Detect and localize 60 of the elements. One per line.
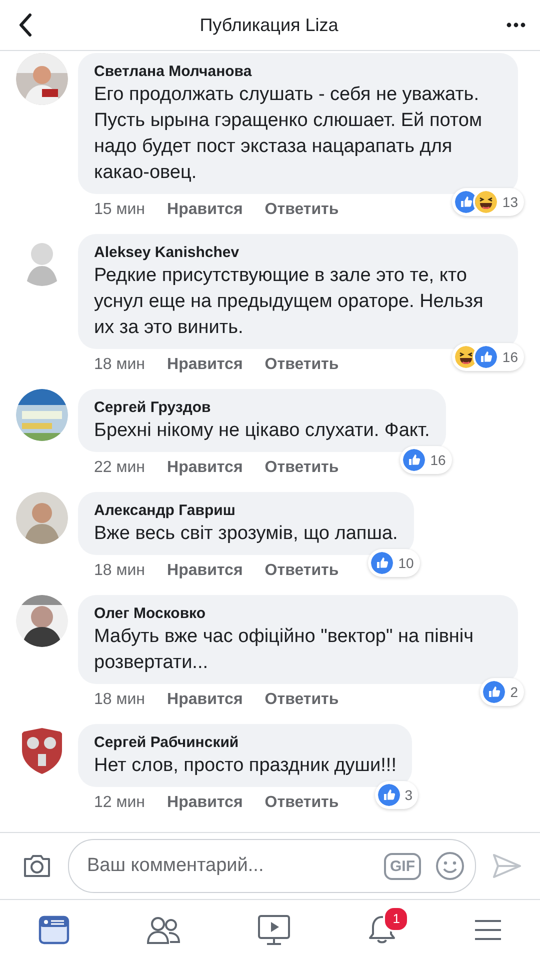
reaction-count: 10 xyxy=(398,555,414,571)
people-icon[interactable] xyxy=(146,915,181,945)
comment-time: 22 мин xyxy=(94,459,146,477)
comment-text: Брехні нікому не цікаво слухати. Факт. xyxy=(94,419,430,443)
reaction-count: 3 xyxy=(404,787,412,803)
like-reaction-icon xyxy=(473,344,500,370)
reply-link[interactable]: Ответить xyxy=(264,459,339,477)
comment-time: 15 мин xyxy=(94,201,146,219)
comment-time: 18 мин xyxy=(94,356,146,374)
comment-author[interactable]: Олег Московко xyxy=(94,604,502,624)
reaction-count: 16 xyxy=(430,452,446,468)
laughing-reaction-icon xyxy=(473,189,500,215)
reaction-count: 13 xyxy=(502,194,518,210)
like-link[interactable]: Нравится xyxy=(167,459,243,477)
camera-icon[interactable] xyxy=(22,853,52,879)
post-title: Публикация Liza xyxy=(198,14,340,36)
like-link[interactable]: Нравится xyxy=(167,691,243,709)
video-icon[interactable] xyxy=(256,914,291,946)
reaction-count: 16 xyxy=(502,349,518,365)
like-reaction-icon xyxy=(401,447,428,473)
comment-author[interactable]: Светлана Молчанова xyxy=(94,62,502,82)
like-link[interactable]: Нравится xyxy=(167,562,243,580)
like-link[interactable]: Нравится xyxy=(167,356,243,374)
like-reaction-icon xyxy=(376,782,402,808)
comment-author[interactable]: Aleksey Kanishchev xyxy=(94,243,502,263)
more-icon[interactable] xyxy=(506,22,526,28)
comment-text: Редкие присутствующие в зале это те, кто уснул еще на предыдущем ораторе. Нельзя их за это винить. xyxy=(94,264,484,340)
reaction-summary[interactable]: 3 xyxy=(374,781,418,809)
reaction-summary[interactable]: 10 xyxy=(368,549,420,577)
reaction-summary[interactable]: 2 xyxy=(480,678,524,706)
comment-text: Мабуть вже час офіційно "вектор" на північ розвертати... xyxy=(94,625,475,675)
reaction-summary[interactable]: 13 xyxy=(452,188,524,216)
comment-text: Его продолжать слушать - себя не уважать. Пусть ырына гэращенко слюшает. Ей потом надо будет пост экстаза нацарапать для какао-овец. xyxy=(94,83,484,185)
notification-badge: 1 xyxy=(383,906,410,932)
comment-time: 18 мин xyxy=(94,562,146,580)
like-link[interactable]: Нравится xyxy=(167,201,243,219)
like-reaction-icon xyxy=(481,679,508,705)
reaction-summary[interactable]: 16 xyxy=(452,343,524,371)
comment-time: 12 мин xyxy=(94,794,146,812)
reply-link[interactable]: Ответить xyxy=(264,691,339,709)
menu-icon[interactable] xyxy=(474,918,502,942)
back-icon[interactable] xyxy=(18,13,32,37)
comment-author[interactable]: Сергей Рабчинский xyxy=(94,733,396,753)
reply-link[interactable]: Ответить xyxy=(264,201,339,219)
emoji-icon[interactable] xyxy=(435,851,465,881)
reaction-summary[interactable]: 16 xyxy=(400,446,452,474)
like-link[interactable]: Нравится xyxy=(167,794,243,812)
comment-author[interactable]: Сергей Груздов xyxy=(94,398,430,418)
comment-time: 18 мин xyxy=(94,691,146,709)
reaction-count: 2 xyxy=(510,684,518,700)
news-feed-icon[interactable] xyxy=(38,915,70,945)
gif-button[interactable]: GIF xyxy=(384,852,421,880)
comment-text: Нет слов, просто праздник души!!! xyxy=(94,754,396,778)
comment-input[interactable]: Ваш комментарий... GIF xyxy=(68,839,476,893)
reply-link[interactable]: Ответить xyxy=(264,562,339,580)
comment-text: Вже весь світ зрозумів, що лапша. xyxy=(94,522,398,546)
reply-link[interactable]: Ответить xyxy=(264,356,339,374)
comment-author[interactable]: Александр Гавриш xyxy=(94,501,398,521)
like-reaction-icon xyxy=(369,550,396,576)
reply-link[interactable]: Ответить xyxy=(264,794,339,812)
